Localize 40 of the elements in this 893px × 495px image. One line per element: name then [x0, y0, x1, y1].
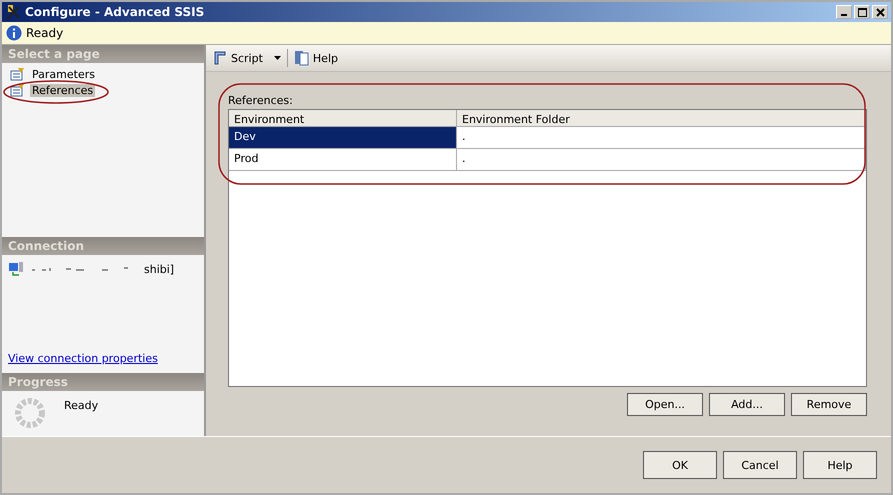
page-icon — [10, 83, 26, 97]
caret-icon — [274, 56, 281, 60]
table-cell: . — [457, 127, 866, 148]
server-icon — [8, 261, 24, 277]
help-book-icon — [294, 50, 310, 66]
dialog-button[interactable]: OK — [643, 451, 717, 479]
list-button[interactable]: Open... — [627, 393, 703, 416]
status-text: Ready — [26, 26, 64, 40]
server-name: shibi] — [144, 262, 174, 276]
list-button[interactable]: Remove — [791, 393, 867, 416]
dialog-button[interactable]: Cancel — [723, 451, 797, 479]
page-item[interactable]: References — [30, 84, 96, 96]
tools-icon — [5, 4, 21, 20]
list-button[interactable]: Add... — [709, 393, 785, 416]
connection-properties-link[interactable]: View connection properties — [8, 352, 198, 365]
maximize-icon — [858, 8, 866, 16]
table-row[interactable]: Dev . — [229, 127, 866, 149]
section-header: Select a page — [2, 45, 204, 63]
page-icon — [10, 67, 26, 81]
table-cell: . — [457, 149, 866, 170]
minimize-button[interactable] — [836, 5, 852, 19]
window-title: Configure - Advanced SSIS — [25, 5, 206, 19]
page-item[interactable]: Parameters — [30, 68, 97, 80]
table-cell: Dev — [229, 127, 457, 148]
info-icon — [6, 25, 22, 41]
help-button[interactable]: Help — [292, 48, 340, 68]
script-button[interactable]: Script — [210, 48, 283, 68]
close-icon — [876, 8, 884, 16]
maximize-button[interactable] — [854, 5, 870, 19]
dialog-button[interactable]: Help — [803, 451, 877, 479]
progress-text: Ready — [64, 399, 98, 412]
progress-spinner-icon — [14, 397, 46, 429]
table-cell: Prod — [229, 149, 457, 170]
table-row[interactable]: Prod . — [229, 149, 866, 171]
references-label: References: — [228, 94, 294, 107]
column-header: Environment Folder — [457, 110, 866, 126]
section-header: Connection — [2, 237, 204, 255]
close-button[interactable] — [872, 5, 888, 19]
section-header: Progress — [2, 373, 204, 391]
column-header: Environment — [229, 110, 457, 126]
